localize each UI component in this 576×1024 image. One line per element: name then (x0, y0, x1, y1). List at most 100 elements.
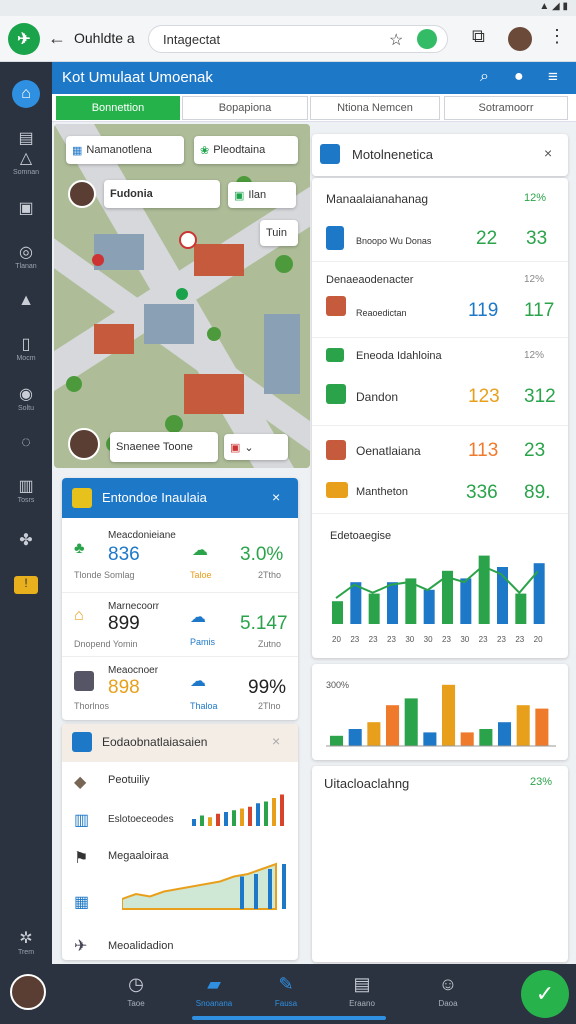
mini-bar (248, 806, 252, 826)
profile-avatar[interactable] (508, 27, 532, 51)
user-avatar[interactable] (10, 974, 46, 1010)
tab-bopapiona[interactable]: Bopapiona (182, 96, 308, 120)
tab-ntiona[interactable]: Ntiona Nemcen (310, 96, 440, 120)
document-icon (326, 384, 346, 404)
metric-row[interactable]: Oenatlaiana 113 23 Mantheton 336 89. (312, 428, 568, 514)
stat-sub: Thorlnos (74, 701, 110, 711)
sidebar-item-settings[interactable]: ✲ Trem (0, 928, 52, 956)
grid-icon: ▦ (74, 894, 90, 911)
nav-item-daoa[interactable]: ☺ Daoa (418, 974, 478, 1008)
mini-bar (268, 869, 272, 909)
list-item[interactable]: Peotuiliy (108, 774, 150, 786)
menu-icon[interactable]: ≡ (548, 67, 558, 87)
mini-bar (240, 876, 244, 909)
tab-switcher-icon[interactable]: ⧉ (472, 26, 485, 47)
list-item[interactable]: Eslotoeceodes (108, 814, 174, 825)
metric-sub: Reaoedictan (356, 308, 407, 318)
map-pin-chip[interactable]: Tuin (260, 220, 298, 246)
app-title: Kot Umulaat Umoenak (62, 69, 213, 86)
mini-bar (256, 803, 260, 826)
map-dropdown[interactable]: ▣ Ilan (228, 182, 296, 208)
extension-icon[interactable] (417, 29, 437, 49)
user-circle-icon: ☺ (438, 974, 458, 994)
sidebar-item-clipboard[interactable]: ▣ (0, 198, 52, 218)
stat-row[interactable]: ⌂ Marnecoorr 899 Dnopend Yomin ☁ Pamis 5… (62, 592, 298, 654)
metric-pct: 12% (524, 274, 545, 285)
kebab-menu-icon[interactable]: ⋮ (548, 26, 566, 47)
back-arrow-icon[interactable]: ← (48, 28, 66, 49)
metric-sub: Bnoopo Wu Donas (356, 236, 432, 246)
nav-label: Taoe (127, 999, 145, 1008)
tab-sotramoorr[interactable]: Sotramoorr (444, 96, 568, 120)
stat-value: 898 (108, 677, 140, 698)
assistant-fab[interactable]: ✓ (521, 970, 569, 1018)
agent-avatar-2[interactable] (68, 428, 100, 460)
metric-value-b: 23 (524, 440, 546, 461)
close-icon[interactable]: × (272, 489, 280, 505)
nav-item-snoanana[interactable]: ▰ Snoanana (184, 974, 244, 1008)
close-icon[interactable]: × (544, 145, 552, 161)
stat-value: 899 (108, 613, 140, 634)
nav-item-eraano[interactable]: ▤ Eraano (332, 974, 392, 1008)
metric-title: Denaeaodenacter (326, 274, 414, 286)
mini-bar (264, 801, 268, 826)
agent-avatar[interactable] (68, 180, 96, 208)
puzzle-icon: ✤ (19, 532, 33, 549)
sidebar-item-layers[interactable]: ▤ (0, 128, 52, 148)
chip-label: Ilan (248, 189, 267, 201)
star-icon[interactable]: ☆ (389, 30, 403, 50)
sidebar-item-users[interactable]: ◎ Tlanan (0, 242, 52, 270)
metric-row[interactable]: Eneoda Idahloina 12% Dandon 123 312 (312, 340, 568, 426)
location-label[interactable]: Fudonia (104, 180, 220, 208)
chart-bar (460, 578, 472, 624)
sidebar-item-building[interactable]: ▲ (0, 292, 52, 310)
stat-pct-sub: 2Tlno (258, 701, 281, 711)
sidebar-item-coin[interactable]: ◉ Soltu (0, 384, 52, 412)
stat-row[interactable]: ♣ Meacdonieiane 836 Tlonde Somlag ☁ Talo… (62, 522, 298, 586)
stats-card-header: Entondoe Inaulaia × (62, 478, 298, 518)
tick-label: 23 (497, 635, 506, 644)
mini-bar (200, 815, 204, 826)
map-filter-chip[interactable]: ▦ Namanotlena (66, 136, 184, 164)
map-layer-chip[interactable]: ❀ Pleodtaina (194, 136, 298, 164)
sidebar-label: Soltu (18, 405, 34, 412)
list-item[interactable]: Meoalidadion (108, 940, 173, 952)
url-text: Intagectat (163, 32, 221, 47)
search-icon[interactable]: ⌕ (480, 68, 489, 86)
city-map[interactable]: ▦ Namanotlena ❀ Pleodtaina Fudonia ▣ Ilan T… (54, 124, 310, 468)
panel-title: Motolnenetica (352, 147, 433, 162)
map-dropdown-2[interactable]: ▣ ⌄ (224, 434, 288, 460)
stat-row[interactable]: Meaocnoer 898 Thorlnos ☁ Thaloa 99% 2Tln… (62, 656, 298, 718)
sidebar-item-home[interactable]: ⌂ (0, 80, 52, 108)
tab-bonnettion[interactable]: Bonnettion (56, 96, 180, 120)
metric-row[interactable]: Denaeaodenacter 12% Reaoedictan 119 117 (312, 264, 568, 338)
metric-row[interactable]: Manaalaianahanag 12% Bnoopo Wu Donas 22 … (312, 178, 568, 262)
document-icon: ▯ (21, 336, 31, 353)
mini-bar (272, 798, 276, 826)
cloud-icon: ☁ (190, 673, 206, 690)
chart-bar (330, 735, 344, 746)
url-bar[interactable]: Intagectat ☆ (148, 25, 448, 53)
sidebar-item-somnan[interactable]: △ Somnan (0, 148, 52, 176)
chart-bar (516, 705, 530, 746)
nav-item-fausa[interactable]: ✎ Fausa (256, 974, 316, 1008)
metric-value-b: 312 (524, 386, 556, 407)
sidebar-item-grid[interactable]: ▥ Tosrs (0, 476, 52, 504)
tick-label: 20 (534, 635, 543, 644)
stats-card: Entondoe Inaulaia × ♣ Meacdonieiane 836 … (62, 478, 298, 720)
mineral-icon: ◆ (74, 774, 87, 791)
location-label-2[interactable]: Snaenee Toone (110, 432, 218, 462)
nav-item-taoe[interactable]: ◷ Taoe (106, 974, 166, 1008)
sidebar-item-alert[interactable]: ! (0, 574, 52, 594)
mini-area-chart (122, 862, 286, 910)
chip-label: Tuin (266, 227, 287, 239)
tick-label: 20 (332, 635, 341, 644)
cloud-icon: ☁ (190, 609, 206, 626)
bell-icon[interactable]: ● (514, 68, 524, 86)
mini-bar (254, 874, 258, 909)
sidebar-item-puzzle[interactable]: ✤ (0, 530, 52, 550)
sidebar-item-chat[interactable]: ◌ (0, 434, 52, 452)
sidebar-item-document[interactable]: ▯ Mocm (0, 334, 52, 362)
close-icon[interactable]: × (272, 733, 280, 749)
chip-label: Pleodtaina (213, 144, 266, 156)
